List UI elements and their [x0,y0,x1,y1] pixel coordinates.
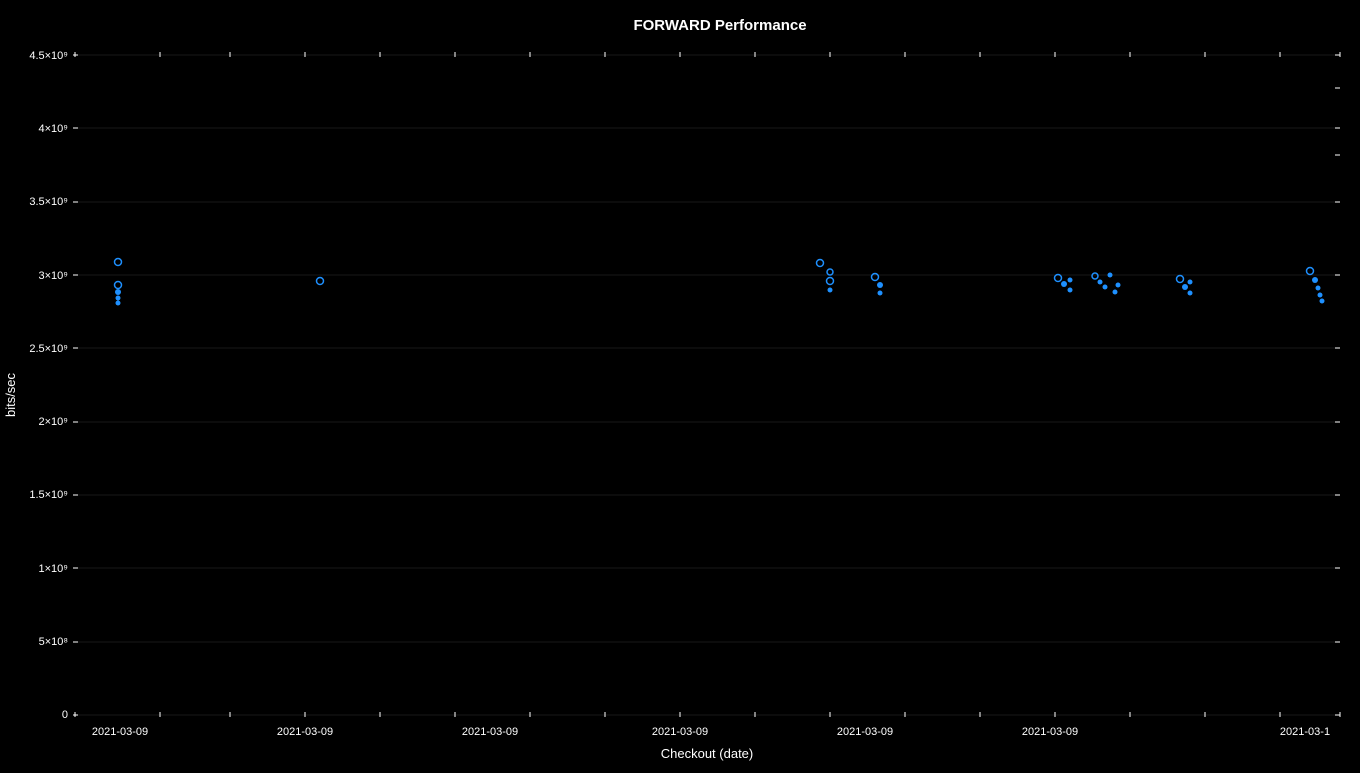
svg-text:2021-03-1: 2021-03-1 [1280,726,1330,738]
svg-text:2021-03-09: 2021-03-09 [92,726,148,738]
svg-text:2×10⁹: 2×10⁹ [39,416,69,428]
svg-text:2021-03-09: 2021-03-09 [1022,726,1078,738]
svg-text:5×10⁸: 5×10⁸ [39,636,68,648]
svg-text:1.5×10⁹: 1.5×10⁹ [29,489,68,501]
svg-text:4×10⁹: 4×10⁹ [39,123,69,135]
svg-text:1×10⁹: 1×10⁹ [39,563,69,575]
chart-container: FORWARD Performance 0 5×10⁸ 1×10⁹ 1.5×10… [0,0,1360,768]
chart-title: FORWARD Performance [633,17,806,34]
svg-text:2021-03-09: 2021-03-09 [462,726,518,738]
svg-text:2.5×10⁹: 2.5×10⁹ [29,343,68,355]
svg-text:2021-03-09: 2021-03-09 [837,726,893,738]
svg-text:2021-03-09: 2021-03-09 [652,726,708,738]
svg-text:0: 0 [62,709,68,721]
y-axis-label: bits/sec [3,372,18,417]
svg-text:3.5×10⁹: 3.5×10⁹ [29,196,68,208]
svg-text:2021-03-09: 2021-03-09 [277,726,333,738]
svg-text:4.5×10⁹: 4.5×10⁹ [29,50,68,62]
svg-text:3×10⁹: 3×10⁹ [39,270,69,282]
x-axis-label: Checkout (date) [661,746,754,761]
